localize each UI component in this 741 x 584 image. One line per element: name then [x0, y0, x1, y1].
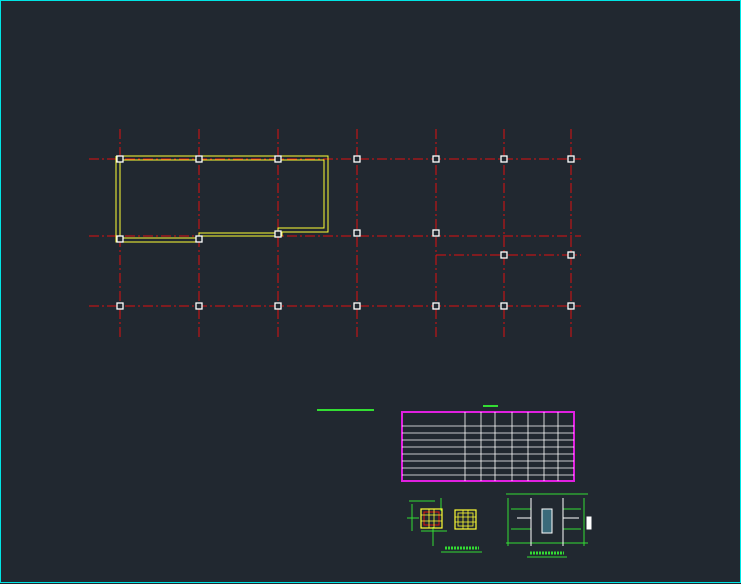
column[interactable] — [274, 302, 282, 310]
column[interactable] — [195, 302, 203, 310]
beam-web — [541, 508, 553, 534]
cad-drawing-viewport[interactable] — [0, 0, 741, 583]
column[interactable] — [274, 230, 282, 238]
column[interactable] — [353, 155, 361, 163]
column[interactable] — [116, 155, 124, 163]
cad-canvas[interactable] — [1, 1, 741, 584]
columns — [116, 155, 575, 310]
column[interactable] — [195, 235, 203, 243]
column[interactable] — [432, 302, 440, 310]
wall-outer — [115, 155, 329, 243]
column[interactable] — [274, 155, 282, 163]
detail-dimension-lines — [407, 498, 447, 546]
column[interactable] — [567, 251, 575, 259]
column-core — [423, 511, 440, 526]
column[interactable] — [500, 302, 508, 310]
column[interactable] — [567, 302, 575, 310]
column[interactable] — [432, 155, 440, 163]
beam-marker — [586, 516, 592, 530]
schedule-table[interactable] — [401, 411, 575, 482]
wall-outline — [115, 155, 329, 243]
column-detail-1[interactable] — [407, 498, 482, 553]
column[interactable] — [500, 251, 508, 259]
column-detail-2[interactable] — [454, 509, 477, 530]
column[interactable] — [353, 302, 361, 310]
column-core — [457, 512, 474, 527]
schedule-table-border — [401, 411, 575, 482]
schedule-table-grid — [402, 412, 574, 481]
wall-inner — [119, 159, 325, 239]
column[interactable] — [500, 155, 508, 163]
column[interactable] — [195, 155, 203, 163]
column[interactable] — [116, 235, 124, 243]
beam-section[interactable] — [506, 493, 592, 558]
column[interactable] — [432, 229, 440, 237]
column[interactable] — [353, 229, 361, 237]
column[interactable] — [116, 302, 124, 310]
column[interactable] — [567, 155, 575, 163]
